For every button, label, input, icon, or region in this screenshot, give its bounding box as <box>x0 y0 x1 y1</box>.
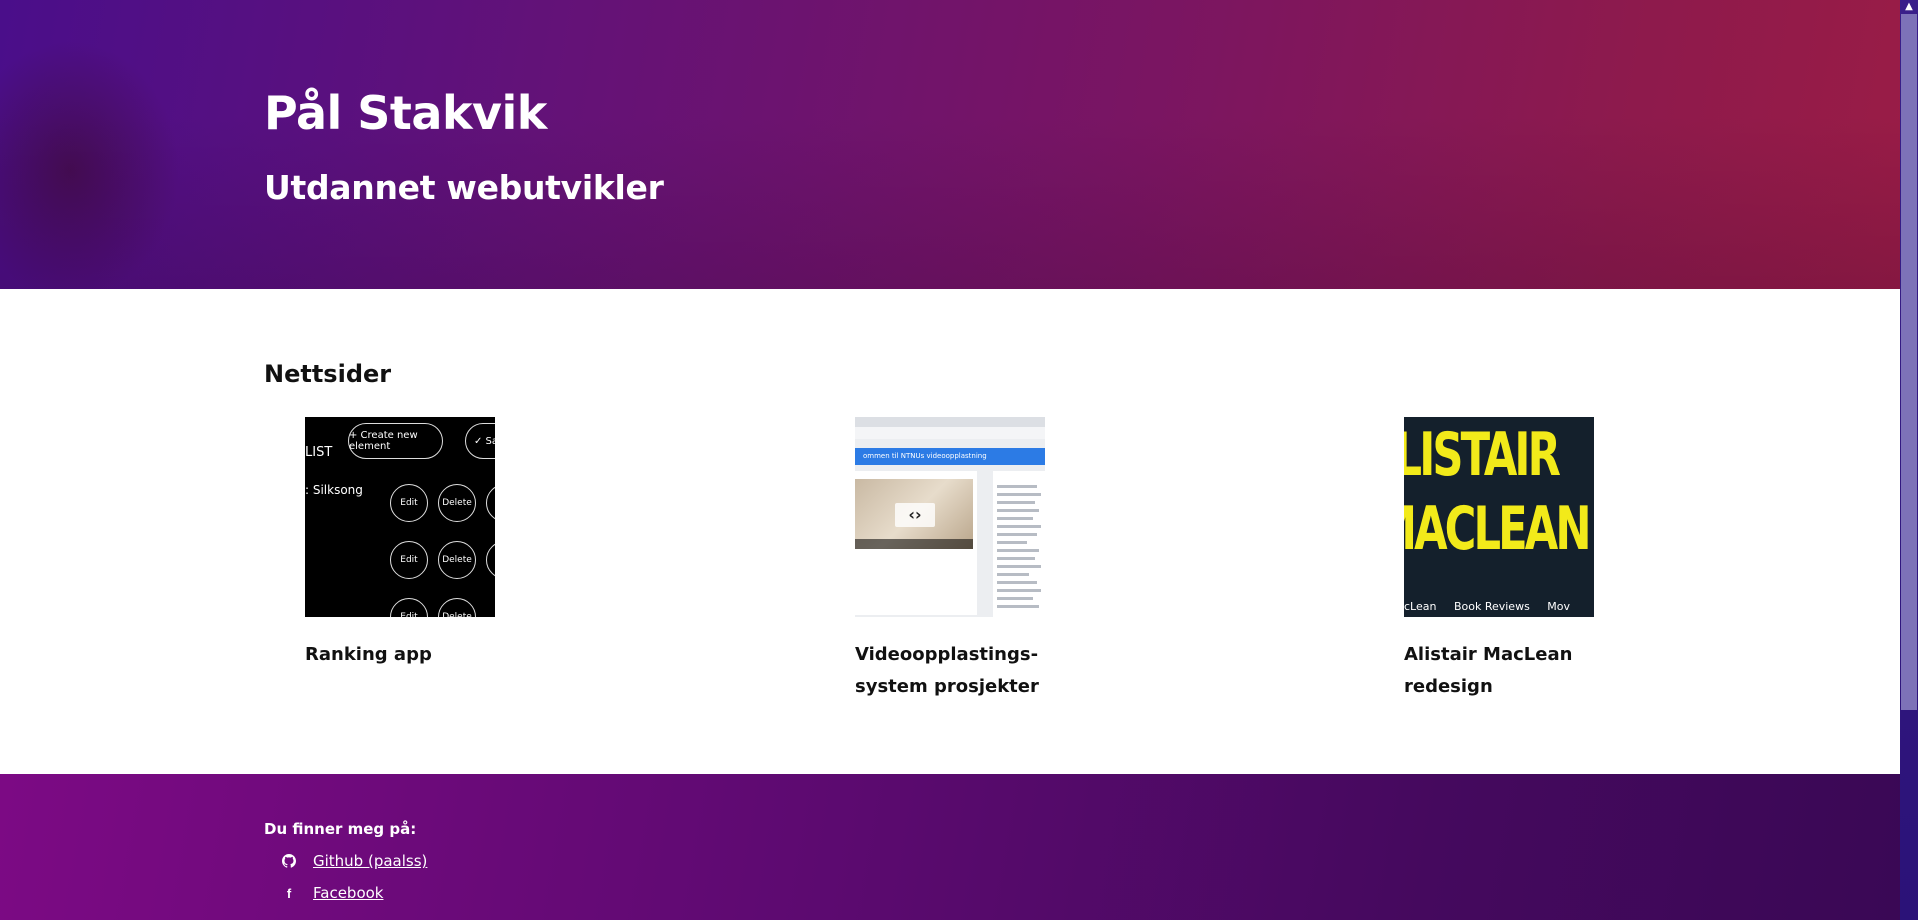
thumb-video: ‹› <box>855 479 973 549</box>
project-card-ranking-app[interactable]: LIST + Create new element ✓ Save : Silks… <box>305 417 545 671</box>
scrollbar-thumb[interactable] <box>1901 14 1917 710</box>
thumb-nav-text: cLean Book Reviews Mov <box>1404 600 1571 613</box>
facebook-icon: f <box>286 885 292 901</box>
code-icon: ‹› <box>895 503 935 527</box>
thumb-title-bar: ommen til NTNUs videoopplastning <box>855 448 1045 465</box>
footer-label: Du finner meg på: <box>264 820 417 838</box>
scrollbar[interactable]: ▲ <box>1900 0 1918 920</box>
scroll-up-icon[interactable]: ▲ <box>1900 0 1918 14</box>
project-thumbnail[interactable]: ALISTAIR MACLEAN cLean Book Reviews Mov <box>1404 417 1594 617</box>
page-subtitle: Utdannet webutvikler <box>264 168 664 207</box>
facebook-link[interactable]: Facebook <box>313 884 383 902</box>
footer: Du finner meg på: Github (paalss) f Face… <box>0 774 1900 920</box>
section-title: Nettsider <box>264 360 392 388</box>
github-link[interactable]: Github (paalss) <box>313 852 427 870</box>
github-icon <box>281 853 297 869</box>
page: Pål Stakvik Utdannet webutvikler Nettsid… <box>0 0 1900 920</box>
page-title: Pål Stakvik <box>264 86 547 140</box>
project-title[interactable]: Ranking app <box>305 639 505 671</box>
hero-header: Pål Stakvik Utdannet webutvikler <box>0 0 1900 289</box>
thumb-create-button: + Create new element <box>348 423 443 459</box>
thumb-heading-line2: MACLEAN <box>1404 494 1591 564</box>
thumb-save-button: ✓ Save <box>465 423 495 459</box>
footer-link-facebook[interactable]: f Facebook <box>281 884 384 902</box>
project-title[interactable]: Alistair MacLean redesign <box>1404 639 1604 703</box>
thumb-item-text: : Silksong <box>305 483 363 497</box>
project-card-alistair-maclean[interactable]: ALISTAIR MACLEAN cLean Book Reviews Mov … <box>1404 417 1644 703</box>
project-title[interactable]: Videoopplastings-system prosjekter <box>855 639 1055 703</box>
thumb-heading-line1: ALISTAIR <box>1404 420 1561 490</box>
project-thumbnail[interactable]: ommen til NTNUs videoopplastning ‹› <box>855 417 1045 617</box>
project-thumbnail[interactable]: LIST + Create new element ✓ Save : Silks… <box>305 417 495 617</box>
footer-link-github[interactable]: Github (paalss) <box>281 852 427 870</box>
thumb-list-text: LIST <box>305 445 333 460</box>
project-card-videoopplasting[interactable]: ommen til NTNUs videoopplastning ‹› Vide… <box>855 417 1095 703</box>
